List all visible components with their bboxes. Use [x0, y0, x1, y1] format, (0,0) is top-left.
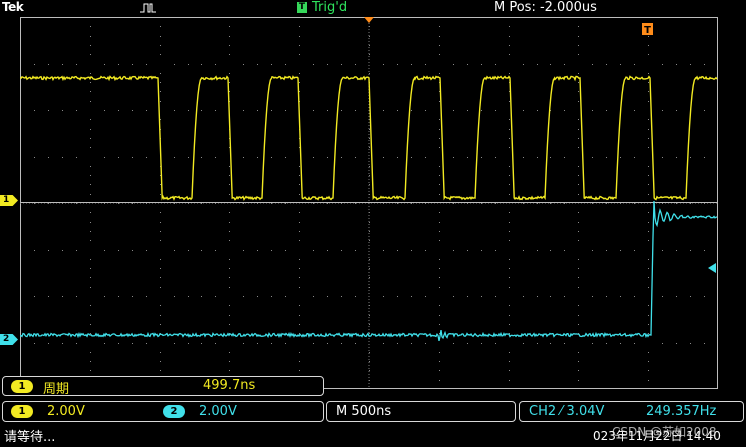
measurement-readout: 1 周期 499.7ns: [2, 376, 324, 397]
measurement-label: 周期: [43, 382, 70, 397]
measurement-value: 499.7ns: [203, 378, 256, 393]
trigger-status: Trig'd: [312, 0, 348, 15]
pulse-icon: [140, 3, 156, 13]
watermark: CSDN @苏如2008: [612, 425, 717, 439]
ch2-volts-div: 2.00V: [199, 404, 237, 419]
status-header: Tek T Trig'd M Pos: -2.000us: [0, 0, 746, 17]
ch2-ground-marker[interactable]: 2: [0, 334, 18, 345]
ch1-ground-marker[interactable]: 1: [0, 195, 18, 206]
ch2-chip: 2: [163, 405, 185, 418]
timebase-readout: M 500ns: [326, 401, 516, 422]
channel-scale-readout: 1 2.00V 2 2.00V: [2, 401, 324, 422]
waveform-display[interactable]: T: [20, 17, 718, 389]
brand-logo: Tek: [2, 0, 24, 14]
trigger-badge: T: [297, 2, 307, 13]
trigger-position-marker: [364, 17, 374, 23]
status-message: 请等待...: [4, 430, 56, 445]
ch1-chip: 1: [11, 405, 33, 418]
trigger-time-marker: T: [642, 23, 653, 36]
trigger-level-icon[interactable]: [708, 263, 716, 273]
ch1-chip: 1: [11, 380, 33, 393]
trigger-source-level: CH2 ⁄ 3.04V: [529, 404, 605, 419]
trigger-frequency: 249.357Hz: [646, 404, 717, 419]
horizontal-position: M Pos: -2.000us: [494, 0, 597, 15]
trigger-readout: CH2 ⁄ 3.04V 249.357Hz: [519, 401, 744, 422]
svg-text:T: T: [644, 25, 651, 36]
ch1-volts-div: 2.00V: [47, 404, 85, 419]
graticule: T: [20, 17, 718, 389]
time-per-div: M 500ns: [336, 404, 392, 419]
